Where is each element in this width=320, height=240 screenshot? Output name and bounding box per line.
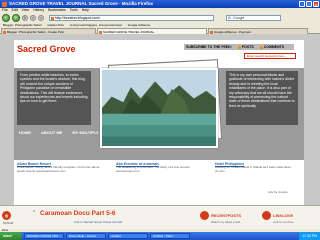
address-url: http://forestrev.blogspot.com/ xyxy=(55,16,100,20)
window-title: SACRED GROVE TRAVEL JOURNAL Sacred Grove… xyxy=(9,1,154,6)
intro-right: This is my own personal tribute and grat… xyxy=(226,71,298,125)
back-arrow-icon[interactable]: ‹ xyxy=(2,14,10,22)
mystuff-logo-icon: ◎ xyxy=(2,211,11,220)
taskbar-item[interactable]: Some Mole - Firefox xyxy=(66,233,106,239)
comments-label: COMMENTS xyxy=(263,45,285,49)
comments-feed-link[interactable]: COMMENTS xyxy=(259,44,285,50)
blog-container: Sacred Grove SUBSCRIBE TO THE FEED: POST… xyxy=(14,40,304,205)
heart-icon xyxy=(262,211,271,220)
navigation-toolbar: ‹ › ↻ × ⌂ http://forestrev.blogspot.com/… xyxy=(0,13,320,23)
close-button[interactable]: × xyxy=(313,1,319,7)
address-bar[interactable]: http://forestrev.blogspot.com/ xyxy=(49,15,214,21)
blog-search-input[interactable]: Enter search keywords here... xyxy=(244,53,296,59)
link-love-button[interactable]: LINKLOVE xyxy=(262,211,293,220)
ads-by-google[interactable]: Ads by Google xyxy=(268,190,288,194)
ad-teaser: Aklan Beach Resort White sands, diving, … xyxy=(17,162,103,190)
nav-home[interactable]: HOME xyxy=(17,129,33,136)
recent-posts-button[interactable]: RECENTPOSTS xyxy=(200,211,241,220)
featured-post-link[interactable]: Link to Sacred Grove Travel Journal xyxy=(74,220,122,224)
taskbar-item[interactable]: Untitled - Paint xyxy=(150,233,190,239)
window-controls: _ □ × xyxy=(299,1,319,7)
nav-my-multiply[interactable]: MY MULTIPLY xyxy=(70,129,100,136)
blog-nav: HOME ABOUT ME MY MULTIPLY xyxy=(17,129,101,136)
minimize-button[interactable]: _ xyxy=(299,1,305,7)
link-love-label: LINKLOVE xyxy=(273,213,294,218)
rss-icon xyxy=(237,45,241,49)
ad-teaser: Hotel Philippines Booking for Cheap Hote… xyxy=(215,162,301,190)
nav-about-me[interactable]: ABOUT ME xyxy=(39,129,64,136)
posts-feed-link[interactable]: POSTS xyxy=(237,44,254,50)
reload-icon[interactable]: ↻ xyxy=(22,15,28,21)
posts-label: POSTS xyxy=(241,45,254,49)
island-photo-image xyxy=(102,70,216,146)
stop-icon[interactable]: × xyxy=(30,15,36,21)
page-viewport: Sacred Grove SUBSCRIBE TO THE FEED: POST… xyxy=(0,34,320,205)
recent-posts-label: RECENTPOSTS xyxy=(211,213,242,218)
forward-arrow-icon[interactable]: › xyxy=(12,14,20,22)
recent-posts-icon xyxy=(200,211,209,220)
google-icon: G xyxy=(228,16,231,20)
mystuff-brand: MyStuff xyxy=(3,221,14,225)
taskbar-item[interactable]: untitled xyxy=(108,233,148,239)
rss-icon xyxy=(259,45,263,49)
island-photo xyxy=(100,68,218,148)
blogger-favicon-icon xyxy=(51,17,54,20)
ad-text: Booking for Cheap Hotels in Manila and C… xyxy=(215,165,292,173)
ad-teaser: Aka Erentnic of a woman The awakening of… xyxy=(116,162,202,190)
ad-text: The awakening of a woman. The Diary of a… xyxy=(116,165,190,173)
blog-title[interactable]: Sacred Grove xyxy=(17,44,76,54)
link-love-sub: Link to me here xyxy=(273,220,294,224)
subscribe-bar: SUBSCRIBE TO THE FEED: POSTS COMMENTS xyxy=(184,44,294,50)
search-placeholder: Google xyxy=(233,16,245,20)
recent-posts-sub: Watch my latest posts xyxy=(211,220,241,224)
intro-left: From pristine white beaches, to exotic s… xyxy=(17,71,91,125)
windows-taskbar: start SACRED GROVE TRA... Some Mole - Fi… xyxy=(0,232,320,240)
ad-teasers: Aklan Beach Resort White sands, diving, … xyxy=(17,162,301,190)
search-input[interactable]: G Google xyxy=(226,15,281,21)
firefox-icon xyxy=(2,1,7,7)
maximize-button[interactable]: □ xyxy=(306,1,312,7)
featured-post-title[interactable]: Caramoan Docu Part 5-6 xyxy=(40,210,116,217)
home-icon[interactable]: ⌂ xyxy=(38,15,44,21)
system-clock: 11:33 PM xyxy=(299,232,320,240)
taskbar-item[interactable]: SACRED GROVE TRA... xyxy=(24,233,64,239)
header-photo xyxy=(96,59,223,150)
mystuff-toolbar: ◎ MyStuff × Caramoan Docu Part 5-6 Link … xyxy=(0,205,320,229)
toolbar-close-icon[interactable]: × xyxy=(33,208,35,213)
ad-text: White sands, diving, and a friendly rece… xyxy=(17,165,100,173)
subscribe-label: SUBSCRIBE TO THE FEED: xyxy=(186,45,232,49)
window-titlebar: SACRED GROVE TRAVEL JOURNAL Sacred Grove… xyxy=(0,0,320,8)
start-button[interactable]: start xyxy=(0,232,22,240)
